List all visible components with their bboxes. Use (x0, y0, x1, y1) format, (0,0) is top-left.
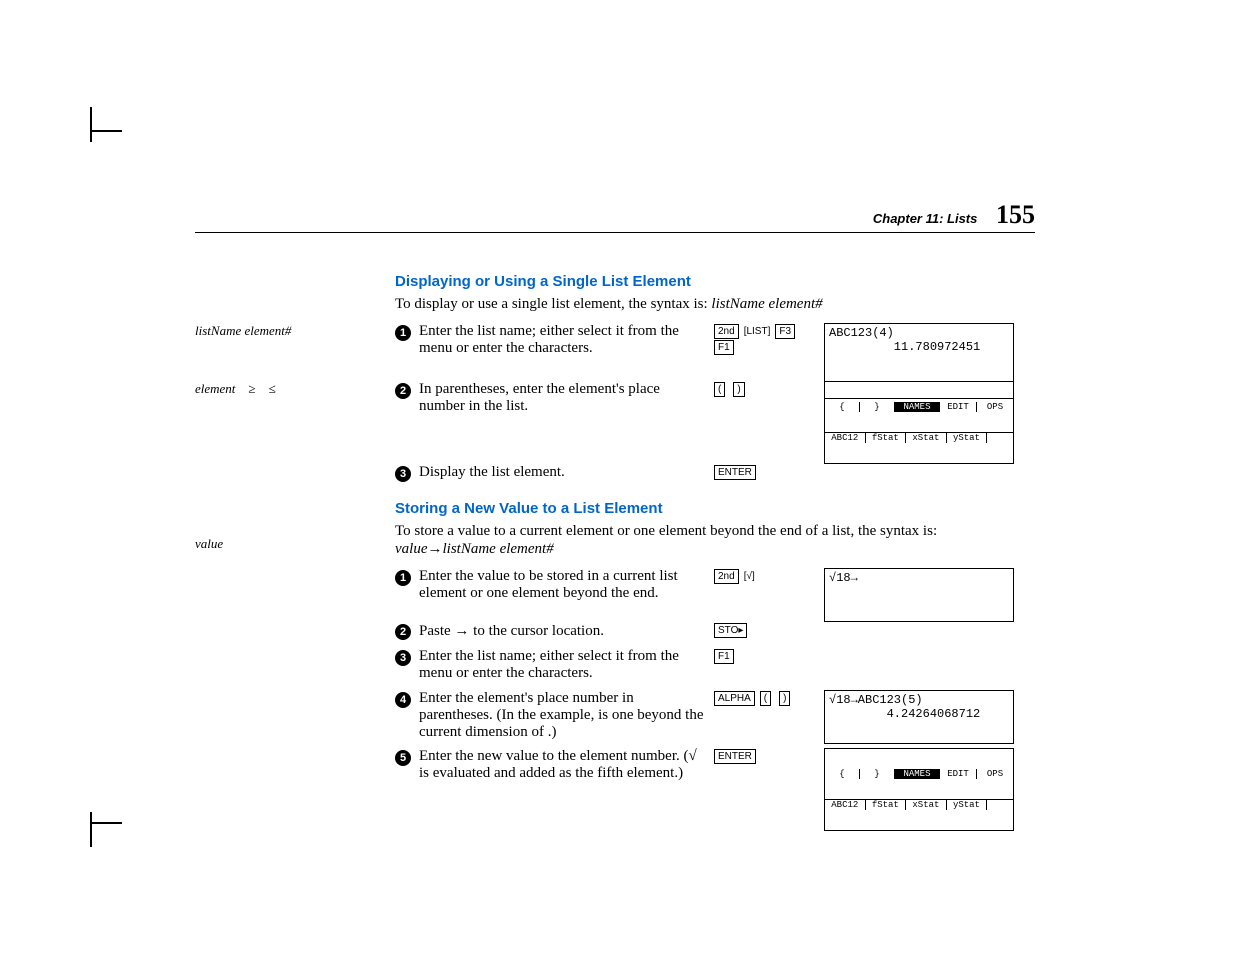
intro-prefix: To display or use a single list element,… (395, 296, 711, 312)
key-lparen: ( (714, 382, 725, 397)
section2-title: Storing a New Value to a List Element (395, 500, 1035, 517)
s2-step-bullet-5: 5 (395, 750, 411, 766)
calc-menu-box: { } NAMES EDIT OPS ABC12 fStat xStat ySt… (824, 381, 1014, 464)
key-enter: ENTER (714, 749, 756, 764)
key-rparen: ) (733, 382, 744, 397)
key-alpha: ALPHA (714, 691, 755, 706)
key-list: [LIST] (741, 325, 774, 338)
s2-step1-keys: 2nd[√] (714, 568, 824, 584)
intro-syntax: listName element# (711, 296, 822, 312)
chapter-header: Chapter 11: Lists 155 (873, 200, 1035, 230)
key-f1: F1 (714, 649, 734, 664)
key-f3: F3 (775, 324, 795, 339)
calc-screen-2a: √18→ (824, 568, 1014, 622)
s2-step1-text: Enter the value to be stored in a curren… (419, 568, 714, 602)
step-bullet-2: 2 (395, 383, 411, 399)
chapter-label: Chapter 11: Lists (873, 211, 978, 226)
key-2nd: 2nd (714, 569, 739, 584)
calc-menu-2: { } NAMES EDIT OPS ABC12 fStat xStat ySt… (824, 748, 1014, 831)
key-lparen: ( (760, 691, 771, 706)
section1-step2-row: element ≥ ≤ 2 In parentheses, enter the … (195, 381, 1035, 464)
s2-step4-keys: ALPHA ( ) (714, 690, 824, 706)
key-sto: STO▸ (714, 623, 747, 638)
calc-screenshot-2b: √18→ABC123(5) 4.24264068712 (824, 690, 1014, 748)
calc-screen-2b: √18→ABC123(5) 4.24264068712 (824, 690, 1014, 744)
sidebar-syntax2: element ≥ ≤ (195, 381, 395, 397)
step2-keys: ( ) (714, 381, 824, 397)
key-2nd: 2nd (714, 324, 739, 339)
crop-mark-bottom-left (90, 812, 122, 824)
step-bullet-3: 3 (395, 466, 411, 482)
section1-intro: To display or use a single list element,… (395, 296, 1035, 313)
sidebar-value: value (195, 536, 395, 552)
step1-text: Enter the list name; either select it fr… (419, 323, 714, 357)
key-f1: F1 (714, 340, 734, 355)
section2-step4-row: 4 Enter the element's place number in pa… (195, 690, 1035, 748)
s2-step-bullet-3: 3 (395, 650, 411, 666)
sidebar-syntax1: listName element# (195, 323, 395, 339)
s2-step2-keys: STO▸ (714, 622, 824, 638)
calc-menu-box-2: { } NAMES EDIT OPS ABC12 fStat xStat ySt… (824, 748, 1014, 831)
section1-step3-row: 3 Display the list element. ENTER (195, 464, 1035, 482)
crop-mark-top-left (90, 130, 122, 142)
section2-step3-row: 3 Enter the list name; either select it … (195, 648, 1035, 682)
s2-step5-text: Enter the new value to the element numbe… (419, 748, 714, 782)
page-content: Displaying or Using a Single List Elemen… (195, 255, 1035, 839)
section2-step1-row: value 1 Enter the value to be stored in … (195, 568, 1035, 626)
step-bullet-1: 1 (395, 325, 411, 341)
header-rule (195, 232, 1035, 233)
s2-step-bullet-4: 4 (395, 692, 411, 708)
calc-screenshot-2a: √18→ (824, 568, 1014, 626)
key-sqrt: [√] (741, 570, 758, 583)
s2-step5-keys: ENTER (714, 748, 824, 764)
s2-step-bullet-2: 2 (395, 624, 411, 640)
step1-keys: 2nd[LIST]F3 F1 (714, 323, 824, 355)
key-rparen: ) (779, 691, 790, 706)
section2-step5-row: 5 Enter the new value to the element num… (195, 748, 1035, 831)
calc-menu-1: { } NAMES EDIT OPS ABC12 fStat xStat ySt… (824, 381, 1014, 464)
s2-step3-keys: F1 (714, 648, 824, 664)
key-enter: ENTER (714, 465, 756, 480)
section2-intro: To store a value to a current element or… (395, 523, 1035, 558)
s2-step2-text: Paste → to the cursor location. (419, 622, 714, 640)
section1-title: Displaying or Using a Single List Elemen… (395, 273, 1035, 290)
s2-step-bullet-1: 1 (395, 570, 411, 586)
s2-step4-text: Enter the element's place number in pare… (419, 690, 714, 741)
step3-keys: ENTER (714, 464, 824, 480)
page-number: 155 (996, 200, 1035, 229)
step2-text: In parentheses, enter the element's plac… (419, 381, 714, 415)
s2-step3-text: Enter the list name; either select it fr… (419, 648, 714, 682)
step3-text: Display the list element. (419, 464, 714, 481)
